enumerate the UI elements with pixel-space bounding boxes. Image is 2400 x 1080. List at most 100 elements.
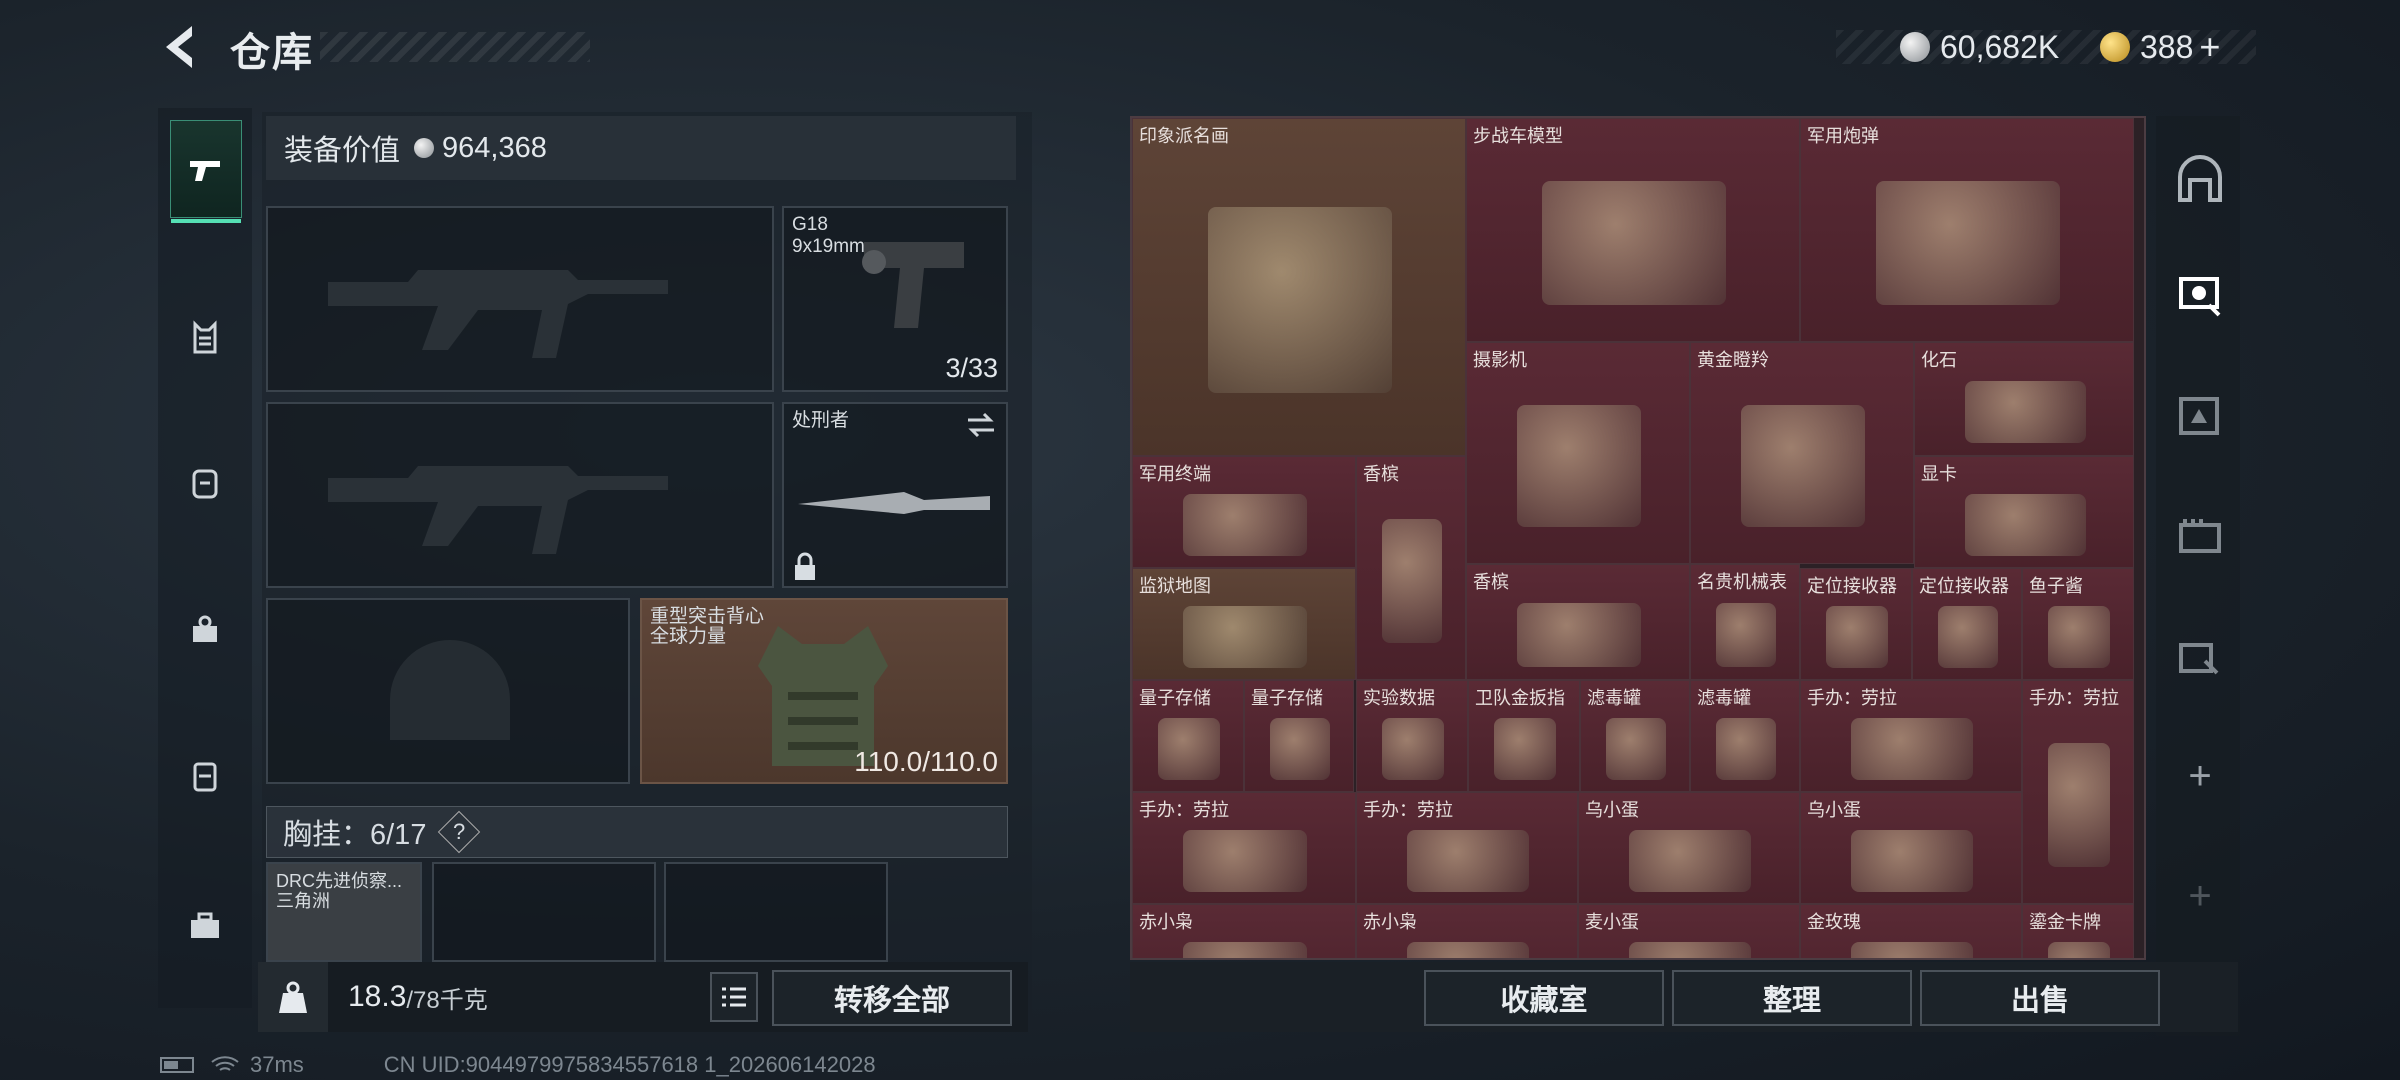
rig-empty-slot[interactable]: [664, 862, 888, 962]
add-stash-tab-disabled: +: [2188, 873, 2212, 918]
item-thumbnail-icon: [1850, 830, 1974, 892]
rig-item-name: DRC先进侦察...: [276, 871, 402, 891]
stash-item[interactable]: 乌小蛋: [1800, 792, 2022, 904]
sell-button[interactable]: 出售: [1920, 970, 2160, 1026]
battery-icon: [160, 1057, 194, 1073]
nav-armor[interactable]: [170, 290, 240, 386]
back-arrow-icon: [166, 26, 192, 68]
stash-item[interactable]: 印象派名画: [1132, 118, 1466, 456]
back-button[interactable]: [158, 22, 202, 72]
stash-item[interactable]: 手办：劳拉: [1132, 792, 1356, 904]
nav-bag[interactable]: [170, 582, 240, 678]
helmet-slot[interactable]: [266, 598, 630, 784]
stash-item[interactable]: 军用炮弹: [1800, 118, 2134, 342]
add-stash-tab-button[interactable]: +: [2170, 746, 2230, 806]
armor-slot[interactable]: 重型突击背心 全球力量 110.0/110.0: [640, 598, 1008, 784]
stash-item[interactable]: 金玫瑰: [1800, 904, 2022, 958]
storage-icon: [2179, 397, 2219, 435]
stash-item[interactable]: 定位接收器: [1912, 568, 2022, 680]
weight-max: /78千克: [406, 986, 488, 1014]
stash-item[interactable]: 卫队金扳指: [1468, 680, 1580, 792]
help-icon[interactable]: ?: [438, 810, 481, 854]
stash-item-label: 显卡: [1921, 464, 1957, 484]
rifle-silhouette-icon: [328, 270, 668, 358]
gold-currency[interactable]: 388 +: [2100, 24, 2220, 70]
stash-item[interactable]: 显卡: [1914, 456, 2134, 568]
transfer-all-button[interactable]: 转移全部: [772, 970, 1012, 1026]
stash-item[interactable]: 摄影机: [1466, 342, 1690, 564]
gold-coin-icon: [2100, 32, 2130, 62]
stash-item[interactable]: 赤小枭: [1356, 904, 1578, 958]
lock-icon: [795, 552, 815, 580]
left-category-nav: [158, 108, 252, 1008]
add-gold-button[interactable]: +: [2199, 26, 2220, 68]
nav-backpack[interactable]: [170, 435, 240, 531]
item-thumbnail-icon: [1382, 718, 1444, 780]
stash-item[interactable]: 量子存储: [1132, 680, 1244, 792]
item-thumbnail-icon: [1406, 942, 1530, 958]
stash-item[interactable]: 军用终端: [1132, 456, 1356, 568]
stash-item[interactable]: 化石: [1914, 342, 2134, 456]
armor-sub: 全球力量: [650, 626, 727, 647]
silver-coin-icon: [414, 138, 435, 158]
stash-item[interactable]: 鱼子酱: [2022, 568, 2134, 680]
stash-item[interactable]: 乌小蛋: [1578, 792, 1800, 904]
nav-toolbox[interactable]: [170, 878, 240, 974]
stash-item-label: 定位接收器: [1807, 576, 1897, 596]
stash-item[interactable]: 实验数据: [1356, 680, 1468, 792]
rig-item[interactable]: DRC先进侦察... 三角洲: [266, 862, 422, 962]
stash-item[interactable]: 量子存储: [1244, 680, 1354, 792]
equip-value-label: 装备价值: [284, 135, 401, 167]
stash-tab-home[interactable]: [2170, 150, 2230, 210]
stash-item[interactable]: 定位接收器: [1800, 568, 1912, 680]
pistol-slot[interactable]: G18 9x19mm 3/33: [782, 206, 1008, 392]
pistol-icon: [862, 242, 964, 328]
primary-weapon-slot[interactable]: [266, 206, 774, 392]
collection-room-button[interactable]: 收藏室: [1424, 970, 1664, 1026]
stash-item-label: 定位接收器: [1919, 576, 2009, 596]
stash-item[interactable]: 黄金瞪羚: [1690, 342, 1914, 564]
item-thumbnail-icon: [1183, 494, 1307, 556]
stash-item[interactable]: 名贵机械表: [1690, 564, 1800, 680]
stash-item[interactable]: 香槟: [1466, 564, 1690, 680]
stash-item[interactable]: 监狱地图: [1132, 568, 1356, 680]
nav-case[interactable]: [170, 728, 240, 824]
stash-item[interactable]: 赤小枭: [1132, 904, 1356, 958]
item-thumbnail-icon: [2048, 606, 2110, 668]
stash-item-label: 步战车模型: [1473, 126, 1563, 146]
stash-tab-3[interactable]: [2170, 386, 2230, 446]
nav-weapons[interactable]: [170, 120, 242, 223]
helmet-silhouette-icon: [390, 640, 510, 740]
item-thumbnail-icon: [1715, 603, 1777, 667]
sort-button[interactable]: 整理: [1672, 970, 1912, 1026]
storage-icon: [2179, 277, 2221, 317]
toolbox-icon: [191, 912, 219, 938]
vault-icon: [2178, 155, 2222, 202]
stash-item-label: 乌小蛋: [1807, 800, 1861, 820]
weight-value: 18.3: [348, 980, 407, 1013]
list-view-button[interactable]: [710, 972, 758, 1022]
item-thumbnail-icon: [1964, 380, 2086, 444]
melee-slot[interactable]: 处刑者: [782, 402, 1008, 588]
rig-empty-slot[interactable]: [432, 862, 656, 962]
stash-item[interactable]: 手办：劳拉: [2022, 680, 2134, 904]
stash-item[interactable]: 滤毒罐: [1580, 680, 1690, 792]
item-thumbnail-icon: [1208, 207, 1392, 393]
item-thumbnail-icon: [1183, 606, 1307, 668]
stash-item[interactable]: 手办：劳拉: [1800, 680, 2022, 792]
stash-item-label: 滤毒罐: [1587, 688, 1641, 708]
stash-item[interactable]: 鎏金卡牌: [2022, 904, 2134, 958]
stash-item[interactable]: 滤毒罐: [1690, 680, 1800, 792]
wifi-icon: [211, 1056, 239, 1071]
stash-item[interactable]: 麦小蛋: [1578, 904, 1800, 958]
stash-tab-5[interactable]: [2170, 626, 2230, 686]
stash-item[interactable]: 香槟: [1356, 456, 1466, 680]
stash-tab-4[interactable]: [2170, 506, 2230, 566]
item-thumbnail-icon: [1850, 718, 1974, 780]
secondary-weapon-slot[interactable]: [266, 402, 774, 588]
item-thumbnail-icon: [1183, 830, 1307, 892]
bag-icon: [193, 615, 217, 642]
stash-item[interactable]: 手办：劳拉: [1356, 792, 1578, 904]
stash-item[interactable]: 步战车模型: [1466, 118, 1800, 342]
stash-tab-active[interactable]: [2170, 266, 2230, 326]
